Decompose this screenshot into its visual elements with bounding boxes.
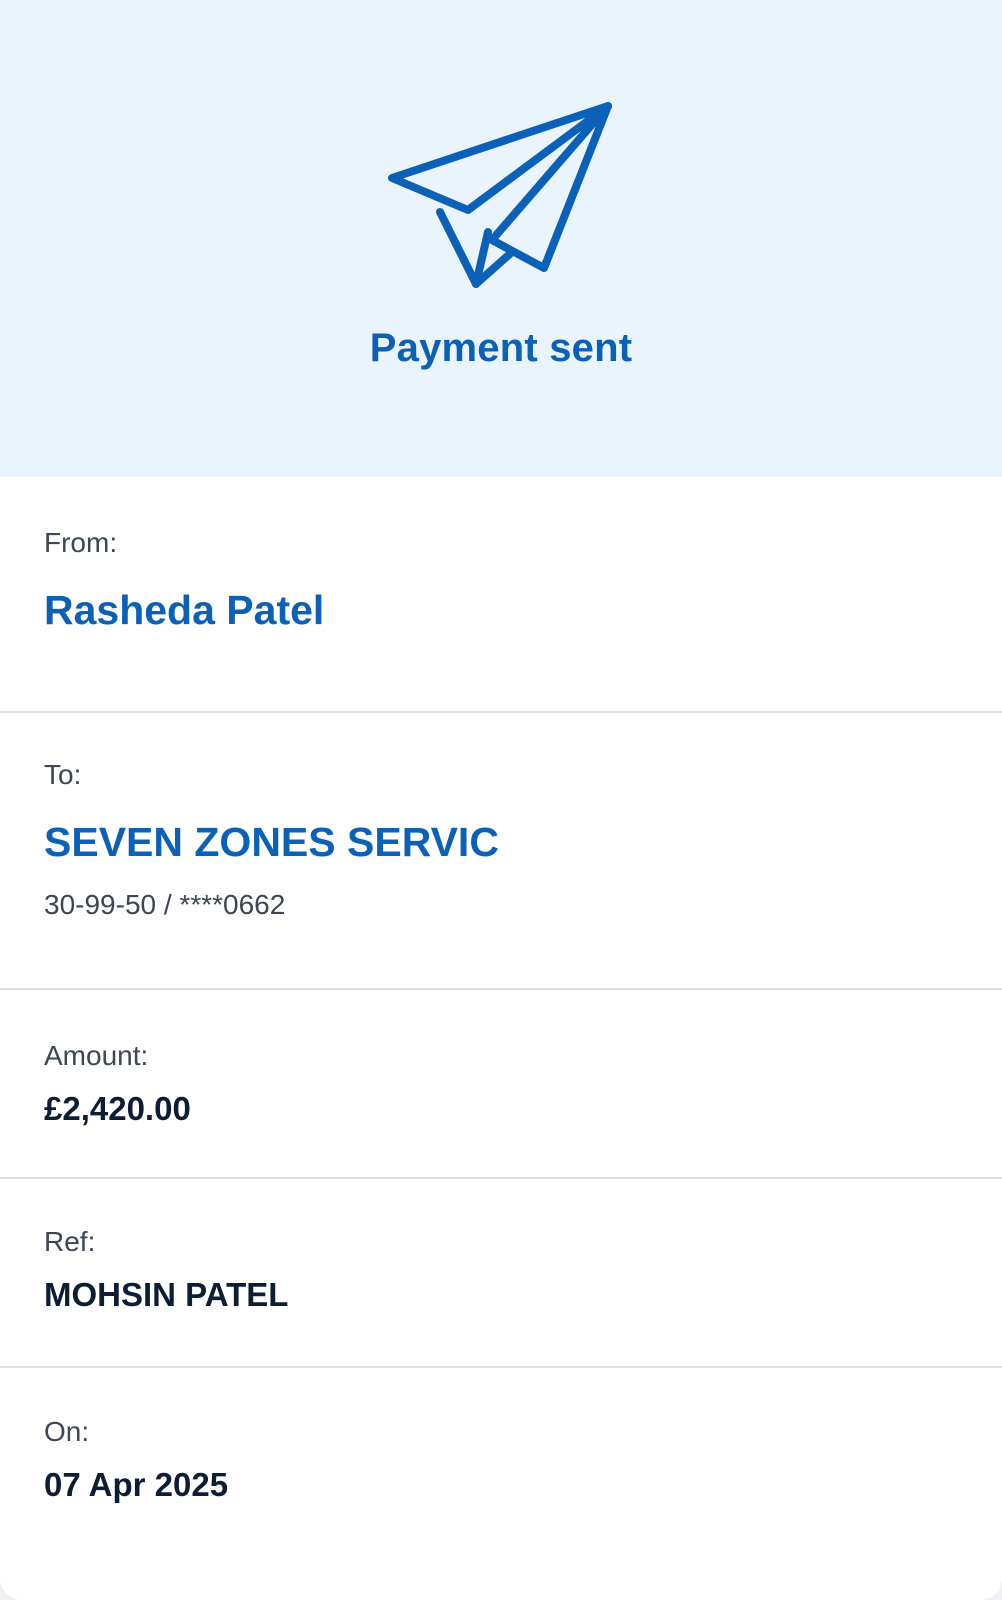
date-section: On: 07 Apr 2025 [0, 1368, 1002, 1600]
from-label: From: [44, 527, 118, 558]
amount-section: Amount: £2,420.00 [0, 990, 1002, 1179]
amount-label: Amount: [44, 1040, 149, 1071]
date-value: 07 Apr 2025 [44, 1466, 229, 1503]
reference-value: MOHSIN PATEL [44, 1276, 289, 1313]
paper-plane-icon [388, 100, 614, 290]
reference-label: Ref: [44, 1226, 96, 1257]
from-section: From: Rasheda Patel [0, 477, 1002, 713]
to-account-details: 30-99-50 / ****0662 [44, 889, 286, 920]
to-label: To: [44, 759, 82, 790]
amount-value: £2,420.00 [44, 1090, 191, 1127]
to-section: To: SEVEN ZONES SERVIC 30-99-50 / ****06… [0, 713, 1002, 990]
from-name: Rasheda Patel [44, 587, 325, 633]
page-title: Payment sent [369, 326, 633, 370]
to-name: SEVEN ZONES SERVIC [44, 819, 499, 865]
payment-sent-header: Payment sent [0, 0, 1002, 477]
date-label: On: [44, 1416, 90, 1447]
reference-section: Ref: MOHSIN PATEL [0, 1179, 1002, 1368]
